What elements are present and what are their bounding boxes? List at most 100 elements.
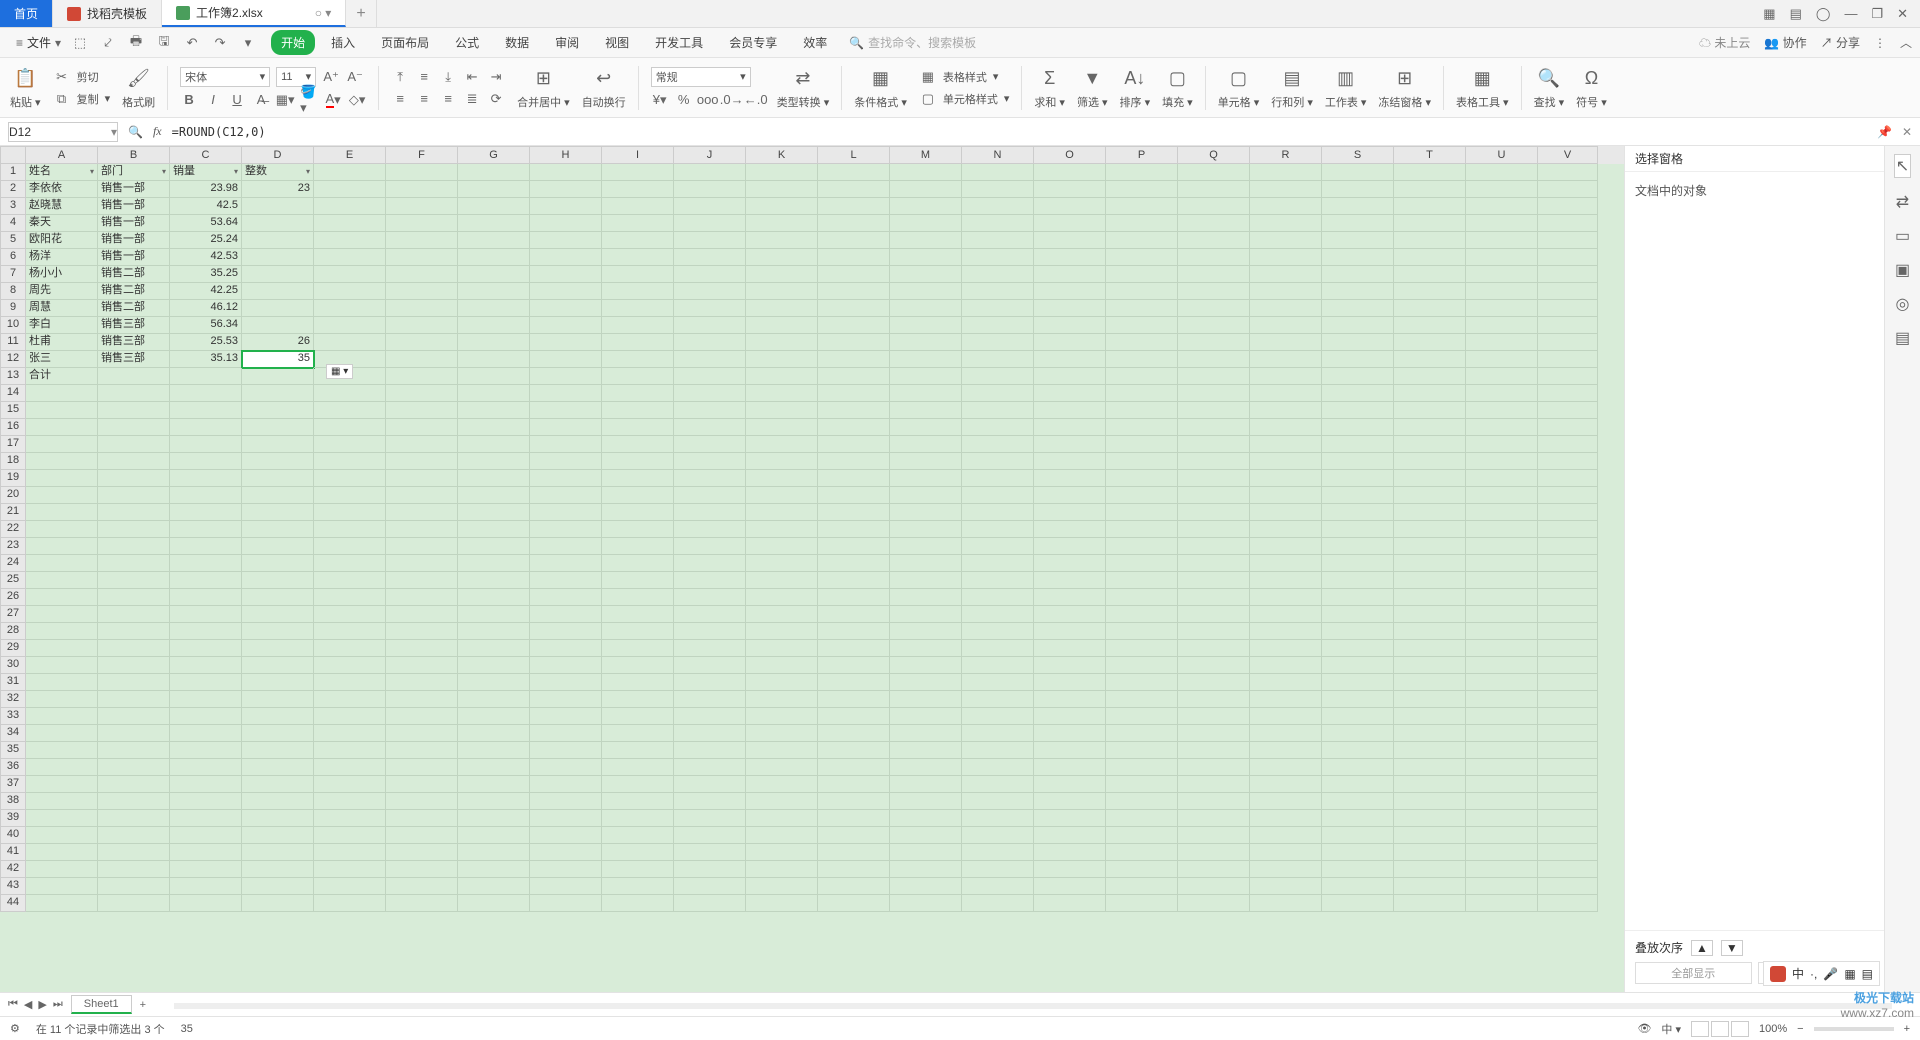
cell-C18[interactable] [170,453,242,470]
cell-O26[interactable] [1034,589,1106,606]
cell-E27[interactable] [314,606,386,623]
col-hdr-E[interactable]: E [314,146,386,164]
cell-D26[interactable] [242,589,314,606]
cell-J40[interactable] [674,827,746,844]
cell-I19[interactable] [602,470,674,487]
cell-E37[interactable] [314,776,386,793]
row-hdr-6[interactable]: 6 [0,249,26,266]
cell-D14[interactable] [242,385,314,402]
cell-V42[interactable] [1538,861,1598,878]
cell-K34[interactable] [746,725,818,742]
cell-E34[interactable] [314,725,386,742]
cell-I29[interactable] [602,640,674,657]
cell-P5[interactable] [1106,232,1178,249]
cell-U17[interactable] [1466,436,1538,453]
view-page-icon[interactable] [1711,1021,1729,1037]
zoom-slider[interactable] [1814,1027,1894,1031]
cell-R23[interactable] [1250,538,1322,555]
cell-G41[interactable] [458,844,530,861]
cell-R19[interactable] [1250,470,1322,487]
menu-tab-1[interactable]: 插入 [321,30,365,55]
cell-S40[interactable] [1322,827,1394,844]
cell-G24[interactable] [458,555,530,572]
cell-L26[interactable] [818,589,890,606]
col-hdr-J[interactable]: J [674,146,746,164]
cell-O25[interactable] [1034,572,1106,589]
cell-S1[interactable] [1322,164,1394,181]
autofill-options-icon[interactable]: ▦ ▾ [326,364,353,379]
cell-C16[interactable] [170,419,242,436]
cell-K6[interactable] [746,249,818,266]
cell-E41[interactable] [314,844,386,861]
cell-V28[interactable] [1538,623,1598,640]
cell-P31[interactable] [1106,674,1178,691]
cell-A43[interactable] [26,878,98,895]
cell-B25[interactable] [98,572,170,589]
row-hdr-13[interactable]: 13 [0,368,26,385]
formula-input[interactable]: =ROUND(C12,0) [172,125,1867,139]
ime-bar[interactable]: 中·,🎤▦▤ [1763,961,1880,986]
cell-H23[interactable] [530,538,602,555]
cell-I24[interactable] [602,555,674,572]
cell-P19[interactable] [1106,470,1178,487]
cell-E5[interactable] [314,232,386,249]
cell-L22[interactable] [818,521,890,538]
col-hdr-Q[interactable]: Q [1178,146,1250,164]
cell-N7[interactable] [962,266,1034,283]
cell-F3[interactable] [386,198,458,215]
share-button[interactable]: ↗ 分享 [1821,34,1860,51]
cell-O39[interactable] [1034,810,1106,827]
cell-D3[interactable] [242,198,314,215]
cell-G17[interactable] [458,436,530,453]
cell-E33[interactable] [314,708,386,725]
cell-U15[interactable] [1466,402,1538,419]
cell-D17[interactable] [242,436,314,453]
cell-Q26[interactable] [1178,589,1250,606]
cell-V24[interactable] [1538,555,1598,572]
cell-O2[interactable] [1034,181,1106,198]
cell-T11[interactable] [1394,334,1466,351]
cell-S20[interactable] [1322,487,1394,504]
cell-R12[interactable] [1250,351,1322,368]
cell-R26[interactable] [1250,589,1322,606]
cell-F34[interactable] [386,725,458,742]
cell-A23[interactable] [26,538,98,555]
cell-V3[interactable] [1538,198,1598,215]
cell-C40[interactable] [170,827,242,844]
cell-G39[interactable] [458,810,530,827]
cell-Q13[interactable] [1178,368,1250,385]
cell-S43[interactable] [1322,878,1394,895]
cell-R8[interactable] [1250,283,1322,300]
cell-J11[interactable] [674,334,746,351]
cell-N30[interactable] [962,657,1034,674]
cell-M19[interactable] [890,470,962,487]
cell-C23[interactable] [170,538,242,555]
filter-button[interactable]: ▼筛选 ▾ [1077,66,1108,110]
cell-C22[interactable] [170,521,242,538]
cell-D16[interactable] [242,419,314,436]
cell-C44[interactable] [170,895,242,912]
cell-O21[interactable] [1034,504,1106,521]
cell-A8[interactable]: 周先 [26,283,98,300]
cell-S25[interactable] [1322,572,1394,589]
cell-J30[interactable] [674,657,746,674]
cell-F18[interactable] [386,453,458,470]
cell-H6[interactable] [530,249,602,266]
cell-M9[interactable] [890,300,962,317]
cell-K12[interactable] [746,351,818,368]
cell-J14[interactable] [674,385,746,402]
cell-J26[interactable] [674,589,746,606]
cell-T6[interactable] [1394,249,1466,266]
cell-M17[interactable] [890,436,962,453]
cell-K18[interactable] [746,453,818,470]
cell-J29[interactable] [674,640,746,657]
cell-C8[interactable]: 42.25 [170,283,242,300]
bold-icon[interactable]: B [180,91,198,109]
cell-I26[interactable] [602,589,674,606]
cell-D33[interactable] [242,708,314,725]
cell-H44[interactable] [530,895,602,912]
cell-N2[interactable] [962,181,1034,198]
cell-S4[interactable] [1322,215,1394,232]
cell-F42[interactable] [386,861,458,878]
cell-H27[interactable] [530,606,602,623]
